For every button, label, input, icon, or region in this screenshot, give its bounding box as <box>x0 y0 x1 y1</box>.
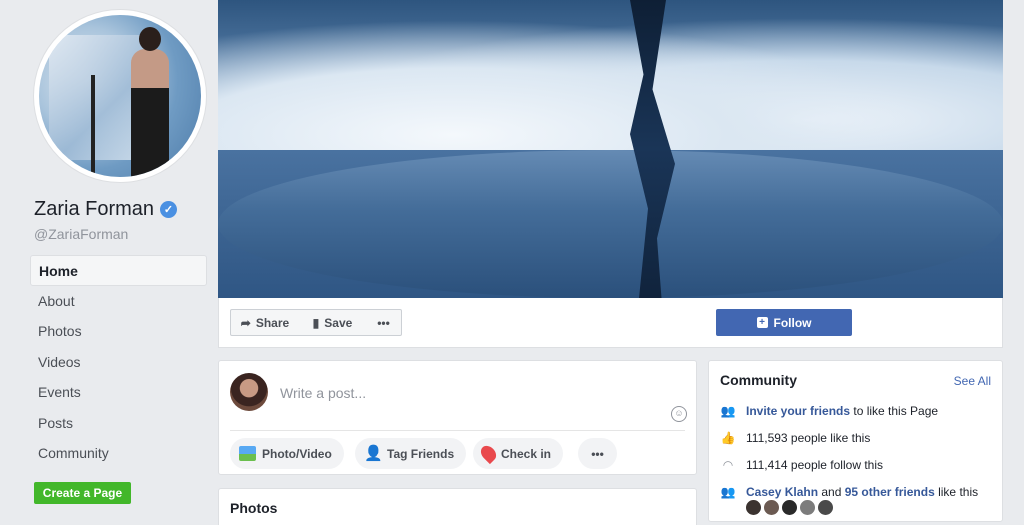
photo-video-label: Photo/Video <box>262 446 332 461</box>
share-arrow-icon: ➦ <box>240 315 251 330</box>
nav-item-about[interactable]: About <box>30 286 207 317</box>
photos-card-title[interactable]: Photos <box>230 500 277 516</box>
share-label: Share <box>255 315 290 330</box>
friend-and-text: and <box>818 485 845 499</box>
friend-avatars <box>746 500 833 515</box>
smiley-icon[interactable]: ☺ <box>671 406 687 422</box>
community-card: Community See All 👥 Invite your friends … <box>708 360 1003 522</box>
avatar[interactable] <box>800 500 815 515</box>
save-button[interactable]: ▮ Save <box>299 309 367 336</box>
invite-row: 👥 Invite your friends to like this Page <box>720 404 939 418</box>
ice-surface <box>218 0 1003 150</box>
page-title[interactable]: Zaria Forman ✓ <box>34 198 178 221</box>
nav-item-events[interactable]: Events <box>30 377 207 408</box>
profile-picture[interactable] <box>34 10 206 182</box>
friend-rest-text: like this <box>934 485 979 499</box>
ice-face <box>218 150 1003 298</box>
easel <box>91 75 95 175</box>
follows-count[interactable]: 111,414 people follow this <box>746 458 883 472</box>
composer-more-button[interactable]: ••• <box>578 438 617 469</box>
other-friends-link[interactable]: 95 other friends <box>845 485 935 499</box>
write-post-input[interactable]: Write a post... <box>280 385 366 401</box>
likes-row: 👍 111,593 people like this <box>720 431 871 445</box>
see-all-link[interactable]: See All <box>954 374 991 388</box>
avatar <box>230 373 268 411</box>
check-in-button[interactable]: Check in <box>473 438 564 469</box>
follow-plus-icon: + <box>756 317 768 328</box>
check-in-label: Check in <box>501 446 552 461</box>
friends-icon: 👥 <box>720 404 736 418</box>
page-handle[interactable]: @ZariaForman <box>34 226 128 242</box>
invite-friends-link[interactable]: Invite your friends <box>746 404 850 418</box>
photo-video-button[interactable]: Photo/Video <box>230 438 344 469</box>
nav-item-community[interactable]: Community <box>30 438 207 469</box>
nav-item-videos[interactable]: Videos <box>30 347 207 378</box>
likes-count[interactable]: 111,593 people like this <box>746 431 870 445</box>
follows-row: ◠ 111,414 people follow this <box>720 458 883 472</box>
avatar[interactable] <box>782 500 797 515</box>
location-pin-icon <box>477 442 500 465</box>
follow-label: Follow <box>773 315 812 330</box>
invite-rest: to like this Page <box>850 404 939 418</box>
more-options-button[interactable]: ••• <box>366 309 402 336</box>
avatar[interactable] <box>746 500 761 515</box>
avatar[interactable] <box>818 500 833 515</box>
tag-friends-icon: 👤 <box>364 445 383 462</box>
rss-icon: ◠ <box>722 458 734 472</box>
follow-button[interactable]: + Follow <box>716 309 852 336</box>
nav-item-photos[interactable]: Photos <box>30 316 207 347</box>
verified-badge-icon: ✓ <box>160 201 178 218</box>
tag-friends-button[interactable]: 👤 Tag Friends <box>355 438 467 469</box>
tag-friends-label: Tag Friends <box>387 446 455 461</box>
cover-action-bar: ➦ Share ▮ Save ••• + Follow <box>218 298 1003 348</box>
photos-card: Photos <box>218 488 697 525</box>
left-sidebar: Zaria Forman ✓ @ZariaForman Home About P… <box>0 0 215 525</box>
nav-item-home[interactable]: Home <box>30 255 207 286</box>
community-title: Community <box>720 372 797 388</box>
friends-like-row: 👥 Casey Klahn and 95 other friends like … <box>720 485 979 499</box>
friends-icon: 👥 <box>720 485 736 499</box>
share-button[interactable]: ➦ Share <box>230 309 300 336</box>
create-page-button[interactable]: Create a Page <box>34 482 131 504</box>
post-composer: Write a post... ☺ Photo/Video 👤 Tag Frie… <box>218 360 697 475</box>
page-nav: Home About Photos Videos Events Posts Co… <box>30 255 207 469</box>
nav-item-posts[interactable]: Posts <box>30 408 207 439</box>
page-name-text: Zaria Forman <box>34 198 155 220</box>
artist-figure <box>127 27 173 177</box>
save-label: Save <box>324 315 353 330</box>
friend-name-link[interactable]: Casey Klahn <box>746 485 818 499</box>
cover-photo[interactable] <box>218 0 1003 298</box>
photo-icon <box>239 446 256 461</box>
avatar[interactable] <box>764 500 779 515</box>
bookmark-icon: ▮ <box>312 315 320 330</box>
profile-photo <box>39 15 201 177</box>
thumbs-up-icon: 👍 <box>720 431 736 445</box>
divider <box>230 430 685 431</box>
